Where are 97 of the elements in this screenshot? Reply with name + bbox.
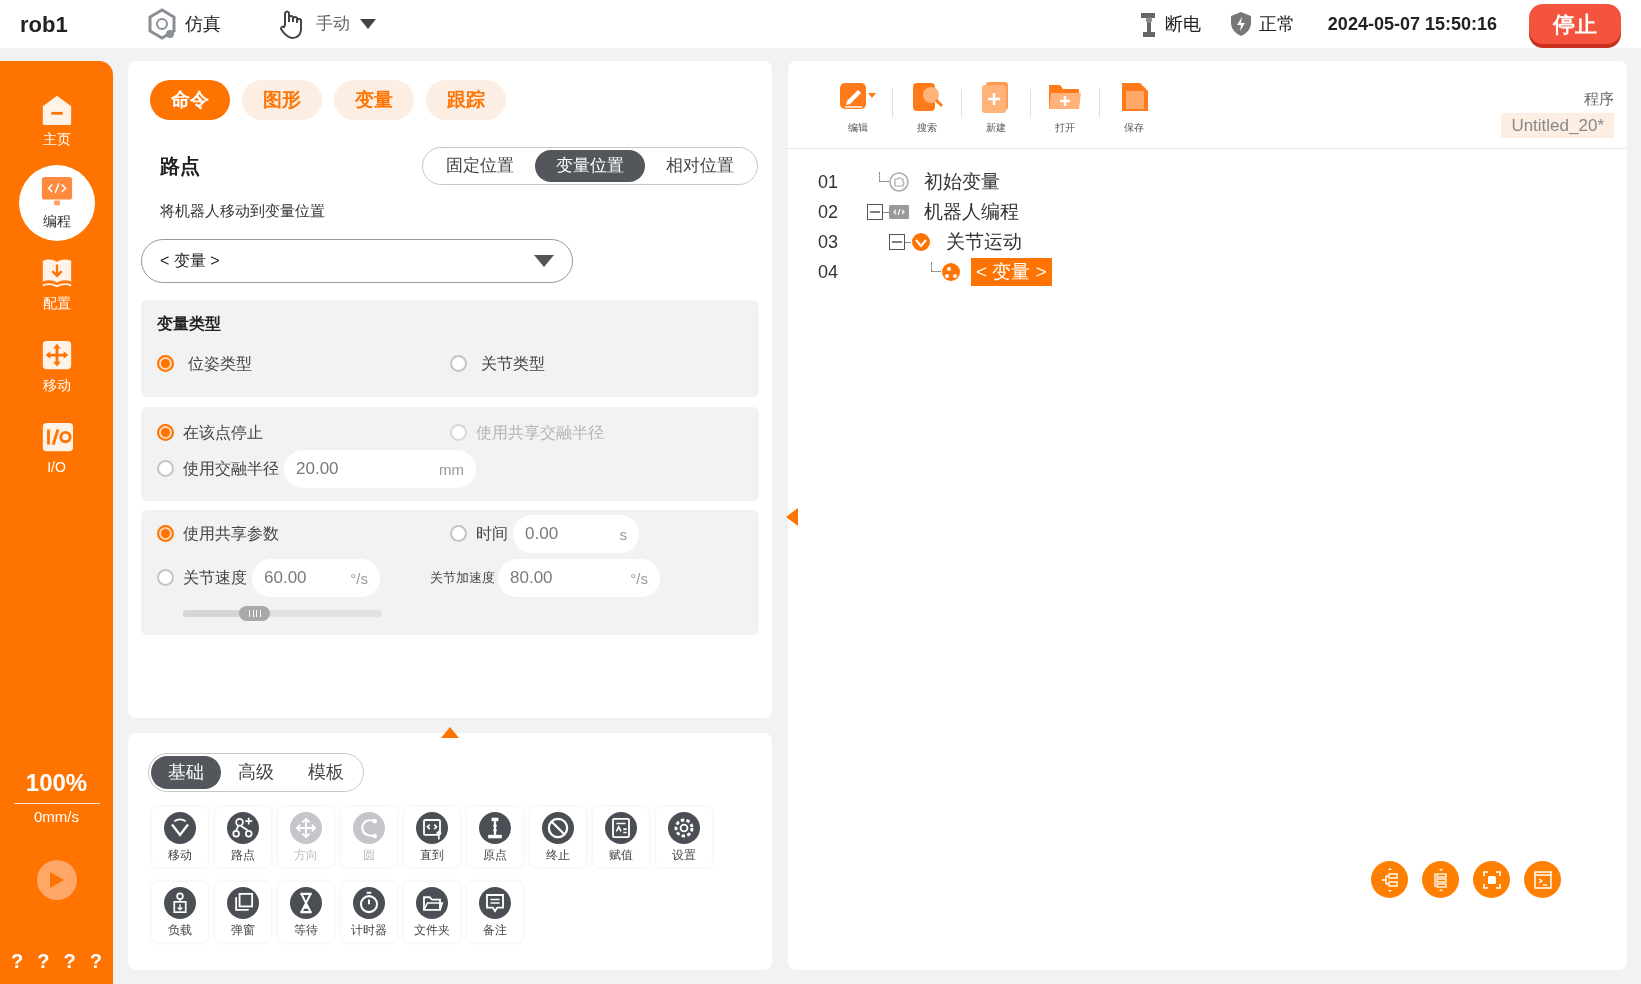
collapse-up-icon: [441, 727, 459, 738]
line-number: 02: [817, 200, 840, 224]
program-label: 程序: [1584, 89, 1614, 109]
line-number: 03: [817, 230, 840, 254]
library-tab[interactable]: 基础: [151, 756, 221, 789]
check-rotate-icon: [164, 812, 196, 844]
control-mode-dropdown[interactable]: 手动: [316, 11, 376, 37]
unit-label: mm: [439, 459, 464, 480]
option-label: 位姿类型: [188, 353, 252, 374]
command-tile[interactable]: 等待: [278, 882, 334, 942]
check-circle-icon: [911, 232, 931, 252]
tree-node[interactable]: 关节运动: [941, 227, 1027, 257]
tree-node[interactable]: 初始变量: [919, 167, 1005, 197]
arc-icon: [353, 812, 385, 844]
toolbar-button[interactable]: 编辑: [832, 81, 884, 135]
form-icon: [605, 812, 637, 844]
library-tab[interactable]: 模板: [291, 756, 361, 789]
play-button[interactable]: [36, 860, 77, 900]
folder-icon: [416, 887, 448, 919]
option-label: 使用交融半径: [183, 458, 279, 479]
radio-button[interactable]: [157, 460, 174, 477]
slider-thumb[interactable]: [239, 605, 271, 621]
option-label: 关节加速度: [430, 568, 495, 587]
toolbar-button[interactable]: 保存: [1108, 81, 1160, 135]
windows-icon: [227, 887, 259, 919]
radio-button[interactable]: [157, 569, 174, 586]
command-tile[interactable]: 计时器: [341, 882, 397, 942]
toolbar-button[interactable]: 新建: [970, 81, 1022, 135]
view-button[interactable]: [1473, 861, 1510, 898]
line-number: 04: [817, 260, 840, 284]
radio-button[interactable]: [157, 355, 174, 372]
toolbar-button[interactable]: 打开: [1039, 81, 1091, 135]
view-button[interactable]: [1524, 861, 1561, 898]
date-time: 2024-05-07 15:50:16: [1327, 12, 1497, 36]
command-tile[interactable]: 路点: [215, 807, 271, 867]
puzzle-icon: [889, 172, 909, 192]
stopwatch-icon: [353, 887, 385, 919]
speed-percent: 100%: [25, 767, 88, 798]
command-tile[interactable]: 原点: [467, 807, 523, 867]
radio-button[interactable]: [450, 525, 467, 542]
library-tab[interactable]: 高级: [221, 756, 291, 789]
command-tile[interactable]: 负载: [152, 882, 208, 942]
section-title: 路点: [160, 154, 200, 179]
option-label: 关节类型: [481, 353, 545, 374]
radio-button[interactable]: [157, 424, 174, 441]
command-tile[interactable]: 弹窗: [215, 882, 271, 942]
segment-tab[interactable]: 相对位置: [645, 150, 755, 182]
move-arrows-icon: [290, 812, 322, 844]
tree-node[interactable]: 机器人编程: [919, 197, 1024, 227]
toolbar-button[interactable]: 搜索: [901, 81, 953, 135]
speed-value: 0mm/s: [34, 806, 79, 827]
robot-name: rob1: [20, 10, 69, 39]
command-tile[interactable]: 赋值: [593, 807, 649, 867]
command-tile[interactable]: 终止: [530, 807, 586, 867]
power-status: 断电: [1164, 12, 1201, 36]
unit-label: °/s: [630, 568, 648, 589]
weight-person-icon: [164, 887, 196, 919]
nodes-circle-icon: [941, 262, 961, 282]
command-tile[interactable]: 文件夹: [404, 882, 460, 942]
collapse-box-icon[interactable]: [889, 234, 905, 250]
unit-label: °/s: [350, 568, 368, 589]
comment-icon: [479, 887, 511, 919]
line-number: 01: [817, 170, 840, 194]
collapse-box-icon[interactable]: [867, 204, 883, 220]
unit-label: s: [619, 524, 627, 545]
caret-down-icon: [360, 19, 376, 29]
option-label: 时间: [476, 523, 508, 544]
view-button[interactable]: [1422, 861, 1459, 898]
command-tile[interactable]: 设置: [656, 807, 712, 867]
shield-bolt-icon: [1230, 12, 1251, 36]
segment-tab[interactable]: 变量位置: [535, 150, 645, 182]
option-label: 在该点停止: [183, 422, 263, 443]
hourglass-icon: [290, 887, 322, 919]
radio-button[interactable]: [157, 525, 174, 542]
view-button[interactable]: [1371, 861, 1408, 898]
option-label: 使用共享参数: [183, 523, 279, 544]
nodes-plus-icon: [227, 812, 259, 844]
sidebar-nav-item[interactable]: 编程: [18, 165, 95, 241]
card-title: 变量类型: [157, 313, 222, 334]
safety-status: 正常: [1258, 12, 1295, 36]
settings-icon: [668, 812, 700, 844]
option-label: 使用共享交融半径: [476, 422, 604, 443]
program-name: Untitled_20*: [1501, 112, 1614, 138]
tower-icon: [479, 812, 511, 844]
command-tile[interactable]: 备注: [467, 882, 523, 942]
command-tile[interactable]: 移动: [152, 807, 208, 867]
prohibited-icon: [542, 812, 574, 844]
radio-button[interactable]: [450, 355, 467, 372]
code-window-icon: [889, 202, 909, 222]
mode-label: 仿真: [185, 12, 221, 36]
play-icon: [49, 872, 64, 888]
caret-down-icon: [534, 254, 554, 267]
option-label: 关节速度: [183, 567, 247, 588]
segment-tab[interactable]: 固定位置: [425, 150, 535, 182]
collapse-left-icon: [786, 508, 798, 526]
command-tile[interactable]: 直到: [404, 807, 460, 867]
description-text: 将机器人移动到变量位置: [160, 201, 325, 221]
